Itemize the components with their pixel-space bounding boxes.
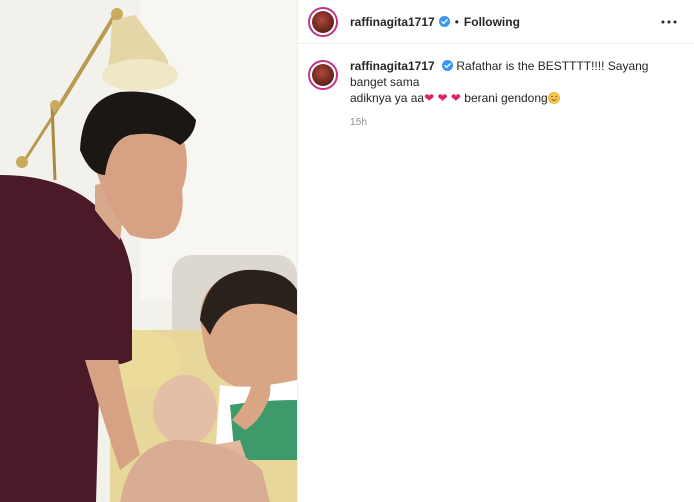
caption-body: raffinagita1717 Rafathar is the BESTTTT!… xyxy=(350,58,680,106)
avatar[interactable] xyxy=(308,6,338,37)
caption-username-link[interactable]: raffinagita1717 xyxy=(350,59,435,73)
username-link[interactable]: raffinagita1717 xyxy=(350,15,435,29)
caption-comment: raffinagita1717 Rafathar is the BESTTTT!… xyxy=(298,44,694,106)
post-header: raffinagita1717 • Following xyxy=(298,0,694,44)
caption-text-line2: adiknya ya aa xyxy=(350,91,425,105)
caption-avatar[interactable] xyxy=(308,60,338,90)
post-photo-illustration xyxy=(0,0,297,502)
red-heart-emoji: ❤ xyxy=(450,91,461,105)
separator-dot: • xyxy=(454,14,459,29)
more-options-icon[interactable] xyxy=(660,13,678,31)
post-photo xyxy=(0,0,297,502)
smiling-face-emoji-icon xyxy=(547,92,560,104)
red-heart-emoji: ❤ xyxy=(424,91,435,105)
post-timestamp[interactable]: 15h xyxy=(350,117,694,128)
verified-badge-icon xyxy=(438,16,450,27)
caption-text-end: berani gendong xyxy=(464,91,548,105)
following-button[interactable]: Following xyxy=(464,15,520,29)
post-details-panel: raffinagita1717 • Following raffinagita1… xyxy=(297,0,694,502)
red-heart-emoji: ❤ xyxy=(437,91,448,105)
verified-badge-icon xyxy=(442,60,454,71)
